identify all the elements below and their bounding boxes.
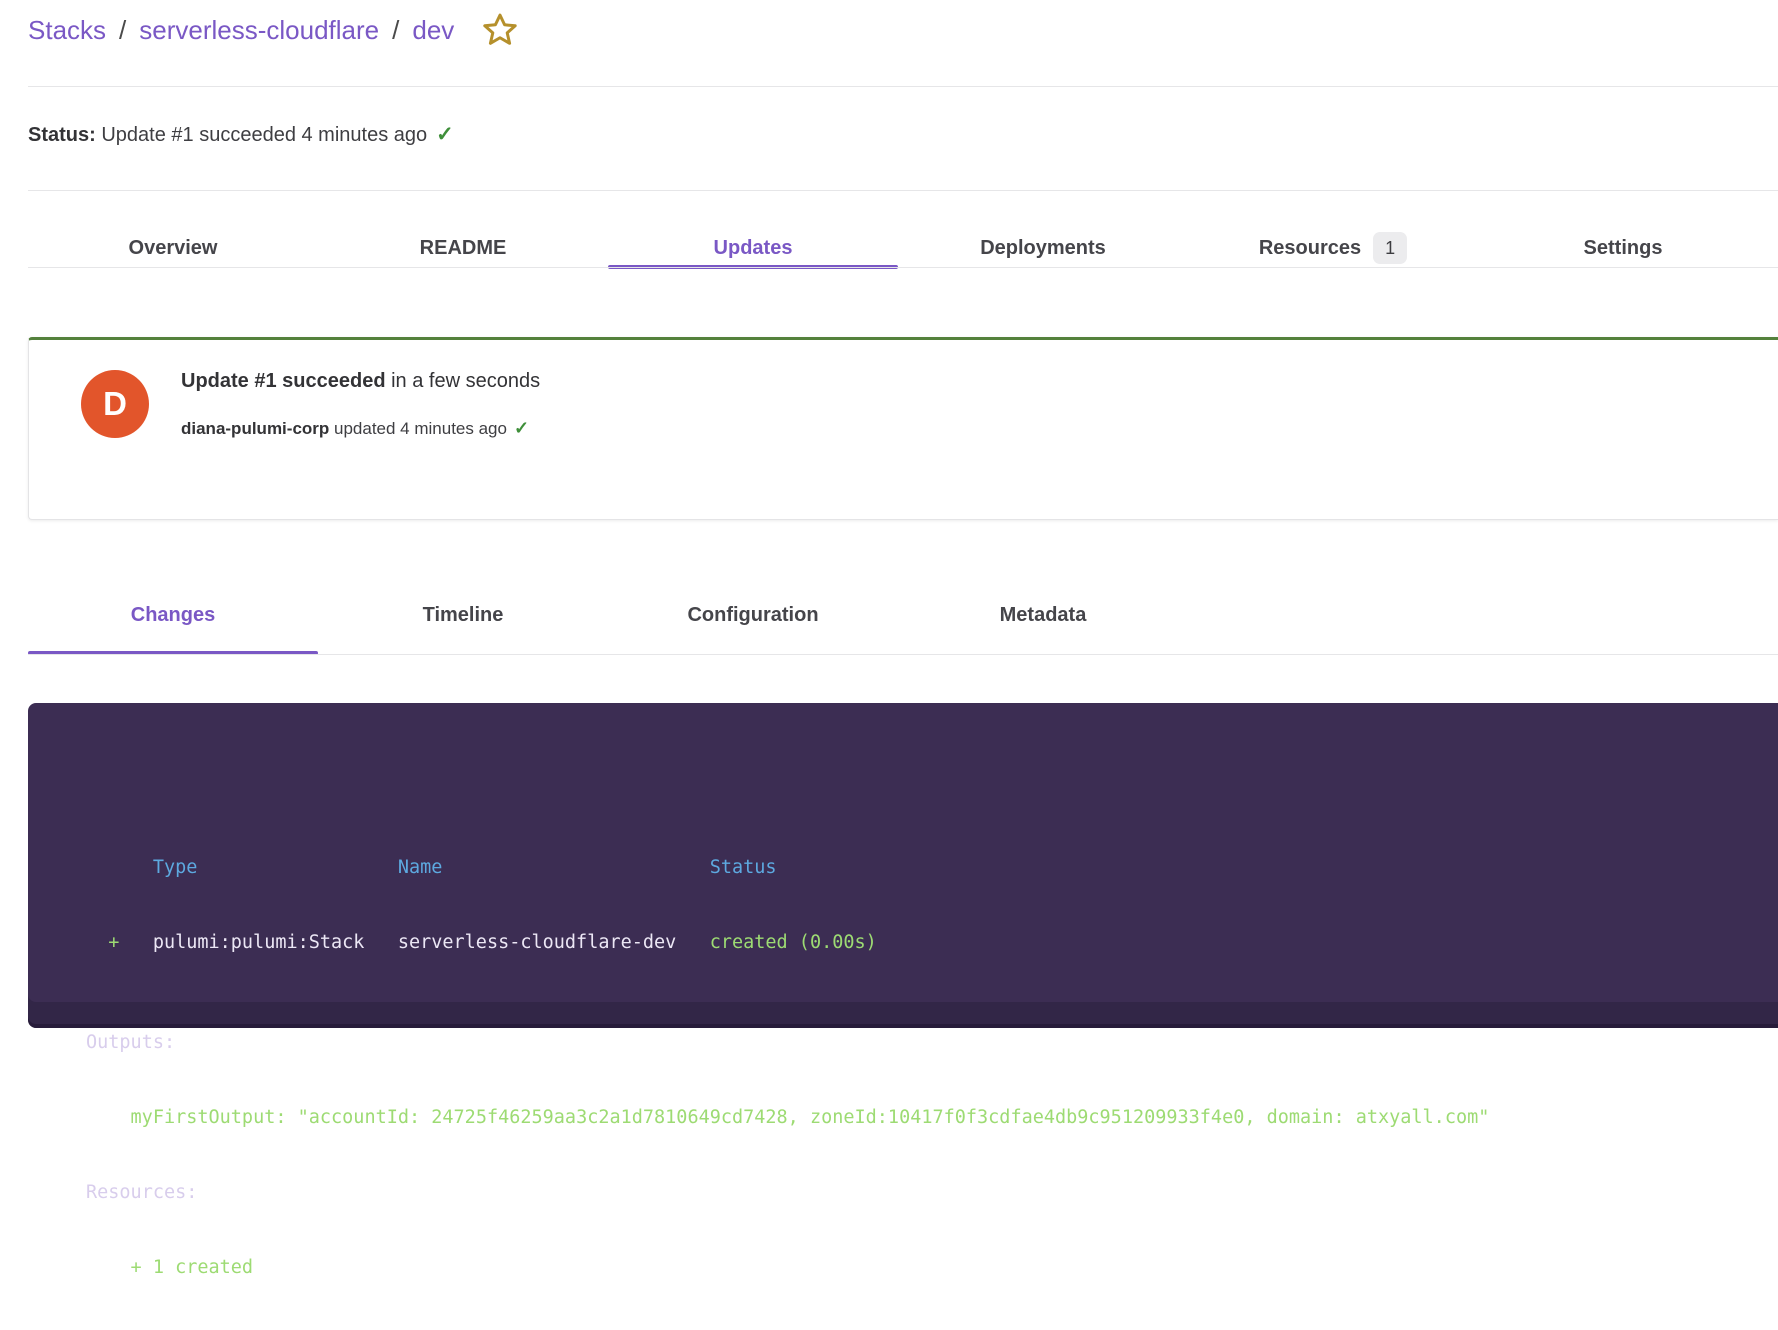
divider (28, 86, 1778, 87)
tab-resources[interactable]: Resources 1 (1188, 228, 1478, 268)
tab-readme[interactable]: README (318, 228, 608, 268)
update-title-status: Update #1 succeeded (181, 370, 386, 392)
diff-col-type: Type (153, 855, 398, 880)
main-tab-bar: Overview README Updates Deployments Reso… (28, 228, 1768, 268)
tab-deployments[interactable]: Deployments (898, 228, 1188, 268)
resource-type: pulumi:pulumi:Stack (153, 930, 398, 955)
favorite-star-button[interactable] (481, 11, 519, 49)
update-author: diana-pulumi-corp (181, 419, 329, 438)
breadcrumb-link-stacks[interactable]: Stacks (28, 10, 106, 50)
star-icon (481, 11, 519, 49)
subtab-timeline[interactable]: Timeline (318, 593, 608, 655)
tab-overview[interactable]: Overview (28, 228, 318, 268)
resources-count-badge: 1 (1373, 232, 1407, 264)
update-title-duration: in a few seconds (386, 370, 541, 392)
tab-bar-border (28, 267, 1778, 268)
update-diff-terminal: TypeNameStatus +pulumi:pulumi:Stackserve… (28, 703, 1778, 1028)
resource-row: +pulumi:pulumi:Stackserverless-cloudflar… (86, 930, 1758, 955)
avatar: D (81, 370, 149, 438)
terminal-content: TypeNameStatus +pulumi:pulumi:Stackserve… (28, 703, 1778, 1330)
update-title: Update #1 succeeded in a few seconds (181, 370, 540, 393)
update-detail-tab-bar: Changes Timeline Configuration Metadata (28, 593, 1188, 655)
subtab-changes[interactable]: Changes (28, 593, 318, 655)
subtab-configuration[interactable]: Configuration (608, 593, 898, 655)
diff-col-name: Name (398, 855, 710, 880)
breadcrumb-separator: / (119, 10, 126, 50)
diff-header-row: TypeNameStatus (86, 855, 1758, 880)
resources-summary: + 1 created (86, 1255, 1758, 1280)
breadcrumb-link-project[interactable]: serverless-cloudflare (139, 10, 379, 50)
status-text: Update #1 succeeded 4 minutes ago (96, 124, 427, 146)
status-label: Status: (28, 124, 96, 146)
diff-op-created: + (86, 930, 153, 955)
tab-settings[interactable]: Settings (1478, 228, 1768, 268)
resource-name: serverless-cloudflare-dev (398, 930, 710, 955)
diff-col-status: Status (710, 857, 777, 878)
subtab-metadata[interactable]: Metadata (898, 593, 1188, 655)
update-time: updated 4 minutes ago (329, 419, 507, 438)
update-card[interactable]: D Update #1 succeeded in a few seconds d… (28, 337, 1778, 520)
pulumi-stack-page: { "breadcrumb": { "items": ["Stacks", "s… (0, 0, 1778, 1048)
breadcrumb-separator: / (392, 10, 399, 50)
resources-label: Resources: (86, 1180, 1758, 1205)
success-check-icon: ✓ (436, 123, 454, 146)
output-line: myFirstOutput: "accountId: 24725f46259aa… (86, 1105, 1758, 1130)
breadcrumb: Stacks / serverless-cloudflare / dev (28, 10, 519, 50)
resource-status: created (0.00s) (710, 932, 877, 953)
tab-updates[interactable]: Updates (608, 228, 898, 268)
breadcrumb-link-stack[interactable]: dev (412, 10, 454, 50)
status-bar: Status: Update #1 succeeded 4 minutes ag… (28, 122, 454, 147)
subtab-bar-border (28, 654, 1778, 655)
outputs-label: Outputs: (86, 1030, 1758, 1055)
divider (28, 190, 1778, 191)
success-check-icon: ✓ (514, 418, 529, 438)
update-subtitle: diana-pulumi-corp updated 4 minutes ago ✓ (181, 418, 529, 439)
